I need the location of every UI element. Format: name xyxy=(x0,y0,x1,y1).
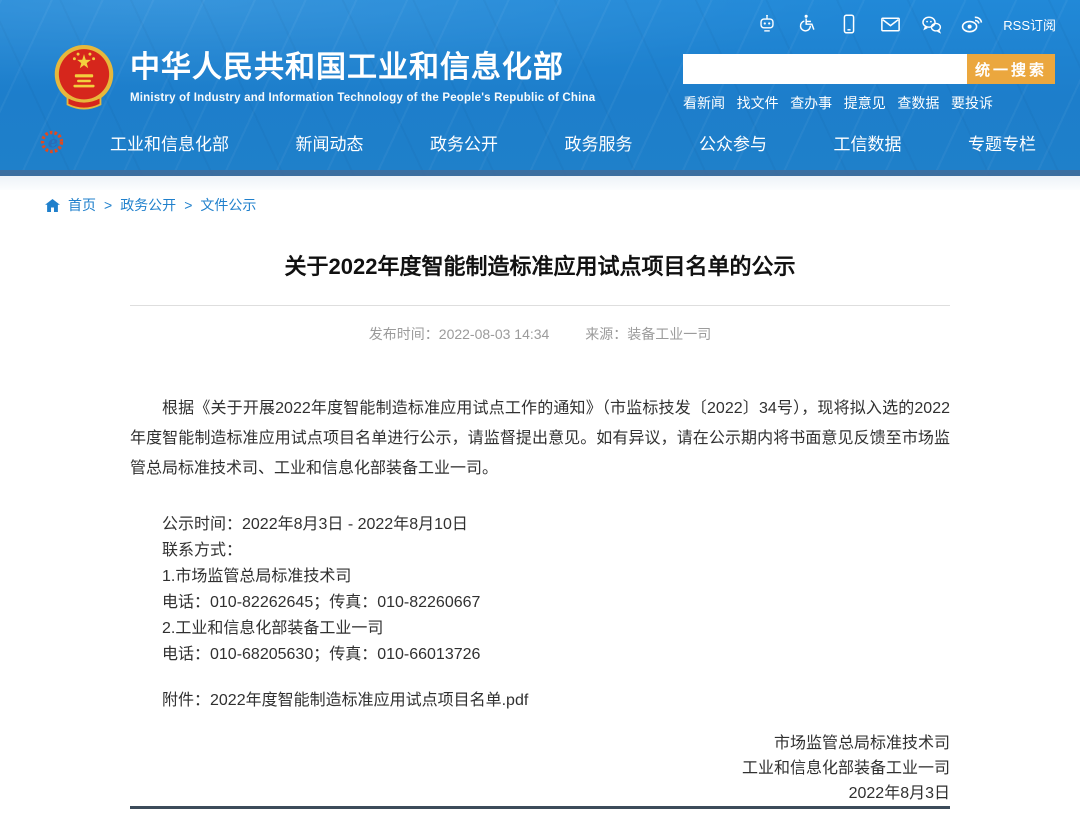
search-area: 统一搜索 看新闻 找文件 查办事 提意见 查数据 要投诉 xyxy=(683,54,1055,113)
info-lines: 公示时间：2022年8月3日 - 2022年8月10日 联系方式： 1.市场监管… xyxy=(130,512,950,668)
article: 关于2022年度智能制造标准应用试点项目名单的公示 发布时间：2022-08-0… xyxy=(130,252,950,809)
breadcrumb-separator: > xyxy=(104,197,112,213)
info-line-org2: 2.工业和信息化部装备工业一司 xyxy=(130,616,950,642)
breadcrumb: 首页 > 政务公开 > 文件公示 xyxy=(0,190,1080,220)
signature-line-org1: 市场监管总局标准技术司 xyxy=(130,731,950,756)
attachment-pdf-link[interactable]: 附件：2022年度智能制造标准应用试点项目名单.pdf xyxy=(162,692,528,709)
search-input[interactable] xyxy=(683,54,967,84)
breadcrumb-file-notice[interactable]: 文件公示 xyxy=(200,195,256,215)
accessibility-icon[interactable] xyxy=(796,12,820,36)
nav-item-public-participation[interactable]: 公众参与 xyxy=(699,130,767,155)
nav-item-gov-disclosure[interactable]: 政务公开 xyxy=(430,130,498,155)
header-gap-strip xyxy=(0,176,1080,190)
mail-icon[interactable] xyxy=(878,12,902,36)
mobile-icon[interactable] xyxy=(837,12,861,36)
site-header: RSS订阅 中华人民共和国工业和信息化部 xyxy=(0,0,1080,176)
article-paragraph: 根据《关于开展2022年度智能制造标准应用试点工作的通知》（市监标技发〔2022… xyxy=(130,394,950,484)
quick-link-data[interactable]: 查数据 xyxy=(897,93,939,113)
rss-subscribe-link[interactable]: RSS订阅 xyxy=(1003,15,1056,34)
quick-link-suggestions[interactable]: 提意见 xyxy=(844,93,886,113)
nav-item-miit[interactable]: 工业和信息化部 xyxy=(110,130,229,155)
quick-links: 看新闻 找文件 查办事 提意见 查数据 要投诉 xyxy=(683,93,993,113)
search-button[interactable]: 统一搜索 xyxy=(967,54,1055,84)
quick-link-news[interactable]: 看新闻 xyxy=(683,93,725,113)
signature-line-org2: 工业和信息化部装备工业一司 xyxy=(130,756,950,781)
signature-date: 2022年8月3日 xyxy=(130,781,950,806)
nav-item-gov-services[interactable]: 政务服务 xyxy=(565,130,633,155)
info-line-org1: 1.市场监管总局标准技术司 xyxy=(130,564,950,590)
page-title: 关于2022年度智能制造标准应用试点项目名单的公示 xyxy=(130,252,950,282)
site-subtitle: Ministry of Industry and Information Tec… xyxy=(130,92,595,104)
breadcrumb-home[interactable]: 首页 xyxy=(68,195,96,215)
attachment-line: 附件：2022年度智能制造标准应用试点项目名单.pdf xyxy=(130,688,950,714)
wechat-icon[interactable] xyxy=(919,12,943,36)
main-nav: e 工业和信息化部 新闻动态 政务公开 政务服务 公众参与 工信数据 专题专栏 xyxy=(0,115,1080,170)
article-meta: 发布时间：2022-08-03 14:34 来源：装备工业一司 xyxy=(130,324,950,344)
nav-item-news[interactable]: 新闻动态 xyxy=(296,130,364,155)
source: 来源：装备工业一司 xyxy=(585,326,711,342)
brand: 中华人民共和国工业和信息化部 Ministry of Industry and … xyxy=(52,42,595,112)
svg-text:e: e xyxy=(48,133,58,152)
publish-time: 发布时间：2022-08-03 14:34 xyxy=(369,326,550,342)
quick-link-complaints[interactable]: 要投诉 xyxy=(951,93,993,113)
nav-item-data[interactable]: 工信数据 xyxy=(834,130,902,155)
quick-link-documents[interactable]: 找文件 xyxy=(737,93,779,113)
info-line-org2-phone: 电话：010-68205630；传真：010-66013726 xyxy=(130,642,950,668)
header-bottom-edge xyxy=(0,170,1080,176)
footer-divider xyxy=(130,806,950,809)
info-line-period: 公示时间：2022年8月3日 - 2022年8月10日 xyxy=(130,512,950,538)
breadcrumb-separator: > xyxy=(184,197,192,213)
utility-bar: RSS订阅 xyxy=(755,12,1056,36)
gov-e-icon: e xyxy=(38,128,66,156)
page: RSS订阅 中华人民共和国工业和信息化部 xyxy=(0,0,1080,813)
national-emblem-logo[interactable] xyxy=(52,42,116,112)
signature-block: 市场监管总局标准技术司 工业和信息化部装备工业一司 2022年8月3日 xyxy=(130,731,950,806)
info-line-contact-label: 联系方式： xyxy=(130,538,950,564)
quick-link-services[interactable]: 查办事 xyxy=(790,93,832,113)
title-divider xyxy=(130,305,950,306)
info-line-org1-phone: 电话：010-82262645；传真：010-82260667 xyxy=(130,590,950,616)
nav-item-special-columns[interactable]: 专题专栏 xyxy=(968,130,1036,155)
breadcrumb-gov-disclosure[interactable]: 政务公开 xyxy=(120,195,176,215)
home-icon xyxy=(45,199,60,212)
site-title: 中华人民共和国工业和信息化部 xyxy=(130,51,595,85)
robot-assistant-icon[interactable] xyxy=(755,12,779,36)
weibo-icon[interactable] xyxy=(960,12,984,36)
